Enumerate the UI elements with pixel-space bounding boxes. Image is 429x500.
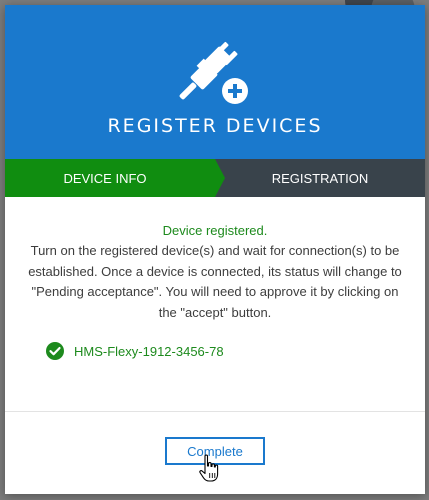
step-arrow xyxy=(215,159,225,197)
dialog-body: Device registered. Turn on the registere… xyxy=(5,197,425,411)
plug-connect-add-icon xyxy=(179,41,248,104)
registration-stepper: DEVICE INFO REGISTRATION xyxy=(5,159,425,197)
step-device-info: DEVICE INFO xyxy=(5,159,215,197)
device-name: HMS-Flexy-1912-3456-78 xyxy=(74,343,224,359)
hand-pointer-cursor-icon xyxy=(199,454,219,482)
footer-divider xyxy=(5,411,425,412)
check-circle-icon xyxy=(46,342,64,360)
step-registration: REGISTRATION xyxy=(271,170,369,186)
register-devices-dialog: REGISTER DEVICES DEVICE INFO REGISTRATIO… xyxy=(5,5,425,494)
dialog-header: REGISTER DEVICES xyxy=(5,5,425,159)
dialog-title: REGISTER DEVICES xyxy=(107,115,323,137)
registration-status: Device registered. xyxy=(162,223,268,238)
instructions-text: Turn on the registered device(s) and wai… xyxy=(28,243,402,320)
device-list-item: HMS-Flexy-1912-3456-78 xyxy=(46,341,224,361)
